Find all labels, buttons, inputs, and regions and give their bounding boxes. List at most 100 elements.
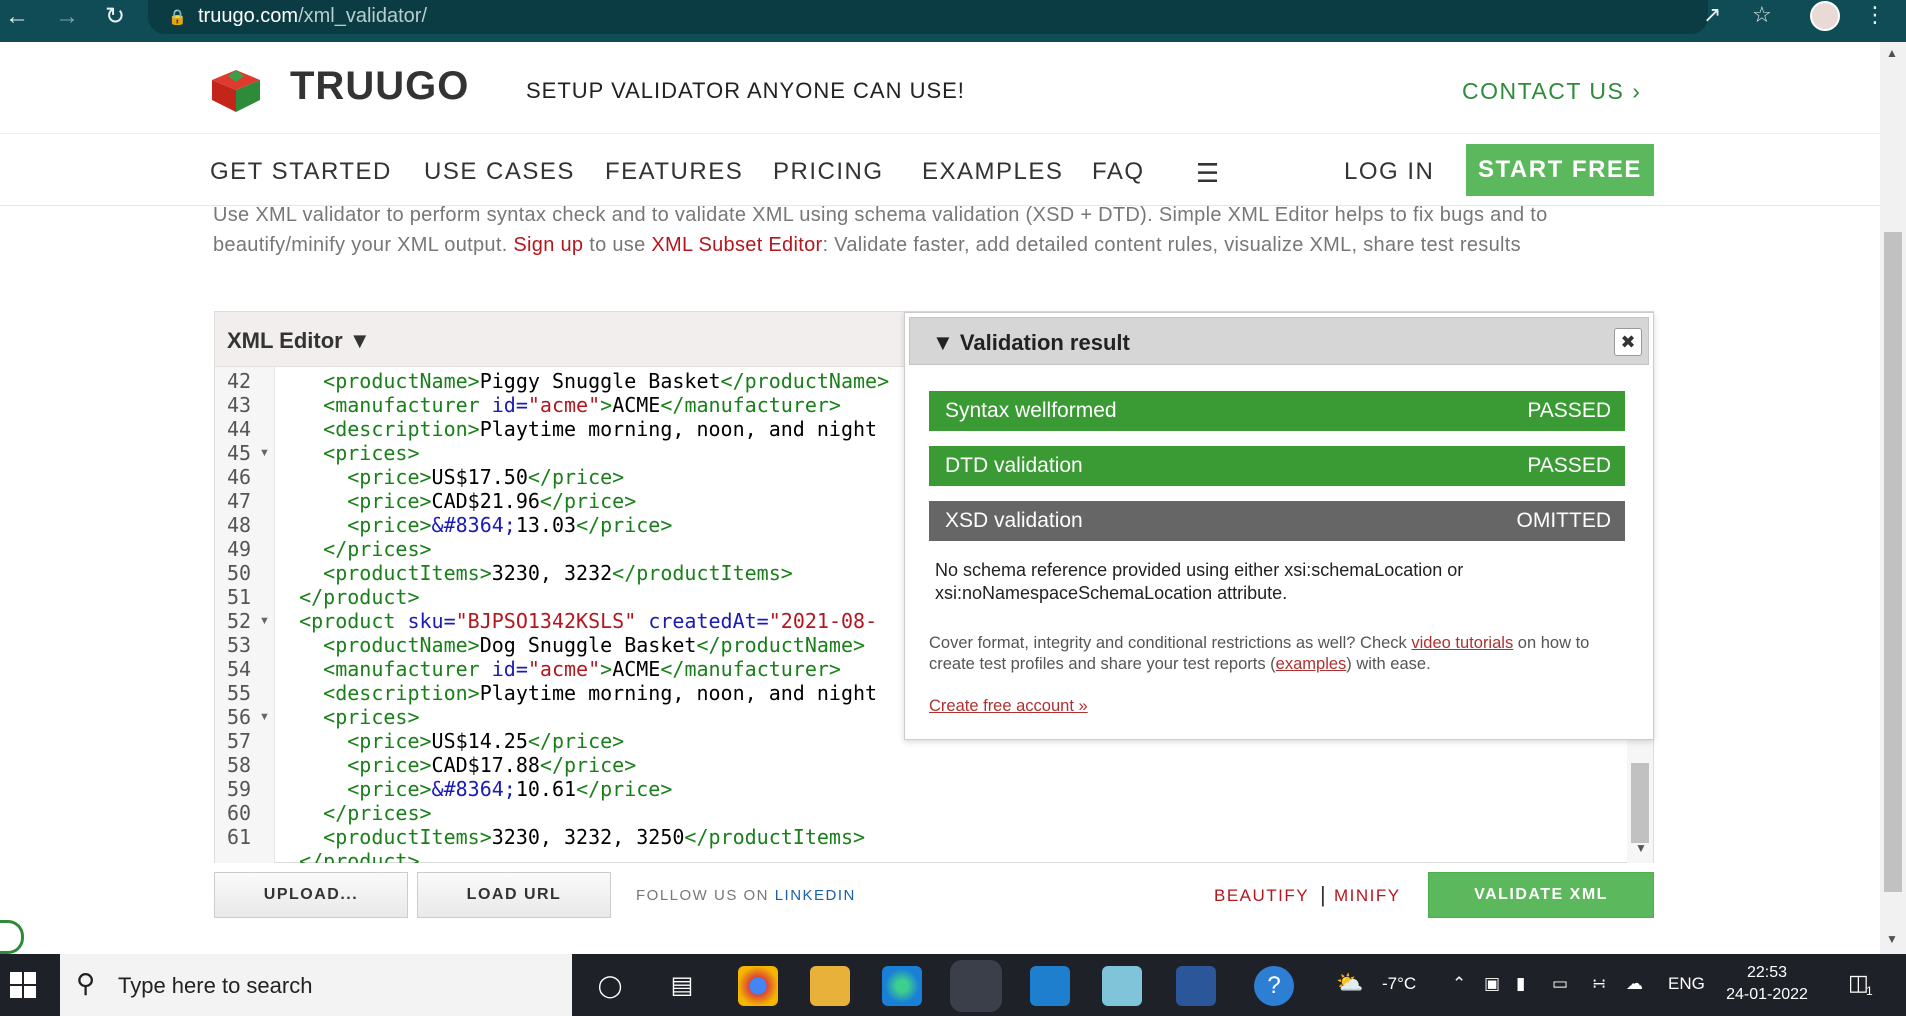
- search-placeholder: Type here to search: [118, 973, 313, 998]
- create-free-account-link[interactable]: Create free account »: [929, 697, 1088, 716]
- edge-app-icon[interactable]: [882, 966, 922, 1006]
- fold-arrow-icon[interactable]: ▼: [259, 447, 270, 459]
- code-line: <description>Playtime morning, noon, and…: [323, 681, 878, 705]
- load-url-button[interactable]: LOAD URL: [417, 872, 611, 918]
- word-app-icon[interactable]: [1176, 966, 1216, 1006]
- taskbar-search-box[interactable]: ⚲ Type here to search: [60, 954, 572, 1016]
- signup-link[interactable]: Sign up: [513, 234, 583, 256]
- logo-text[interactable]: TRUUGO: [290, 64, 469, 109]
- bookmark-star-icon[interactable]: ☆: [1752, 2, 1772, 28]
- url-text[interactable]: truugo.com/xml_validator/: [198, 5, 427, 28]
- main-nav: GET STARTED USE CASES FEATURES PRICING E…: [0, 134, 1880, 206]
- editor-title-dropdown[interactable]: XML Editor ▼: [227, 328, 371, 354]
- weather-icon[interactable]: ⛅: [1336, 970, 1363, 996]
- truugo-logo-icon[interactable]: [210, 66, 262, 114]
- wifi-icon[interactable]: ∺: [1592, 974, 1606, 994]
- examples-link[interactable]: examples: [1276, 655, 1347, 673]
- close-icon[interactable]: ✖: [1614, 328, 1642, 356]
- line-number: 60: [227, 801, 252, 825]
- line-number: 58: [227, 753, 252, 777]
- task-view-icon[interactable]: ▤: [662, 966, 702, 1006]
- line-number: 44: [227, 417, 252, 441]
- result-dtd-validation: DTD validation PASSED: [929, 446, 1625, 486]
- code-line: <productItems>3230, 3232, 3250</productI…: [323, 825, 866, 849]
- help-app-icon[interactable]: ?: [1254, 966, 1294, 1006]
- line-number: 53: [227, 633, 252, 657]
- vscode-app-icon[interactable]: [1030, 966, 1070, 1006]
- result-status: PASSED: [1527, 454, 1611, 477]
- page-scroll-thumb[interactable]: [1884, 232, 1902, 892]
- linkedin-link[interactable]: LINKEDIN: [775, 887, 856, 904]
- browser-toolbar: ← → ↻ 🔒 truugo.com/xml_validator/ ↗ ☆ ⋮: [0, 0, 1906, 42]
- scroll-up-icon[interactable]: ▲: [1886, 46, 1898, 60]
- windows-start-icon[interactable]: [10, 972, 36, 998]
- upload-button[interactable]: UPLOAD...: [214, 872, 408, 918]
- page-scrollbar[interactable]: ▲ ▼: [1880, 42, 1906, 954]
- code-line: </product>: [299, 849, 420, 863]
- fold-arrow-icon[interactable]: ▼: [259, 615, 270, 627]
- code-line: <price>&#8364;10.61</price>: [347, 777, 673, 801]
- validate-xml-button[interactable]: VALIDATE XML: [1428, 872, 1654, 918]
- code-line: <price>&#8364;13.03</price>: [347, 513, 673, 537]
- menu-dots-icon[interactable]: ⋮: [1864, 2, 1886, 28]
- share-icon[interactable]: ↗: [1703, 2, 1721, 28]
- start-free-button[interactable]: START FREE: [1466, 144, 1654, 196]
- notification-count: 1: [1866, 984, 1873, 998]
- chrome-app-icon[interactable]: [738, 966, 778, 1006]
- beautify-link[interactable]: BEAUTIFY: [1214, 886, 1309, 906]
- nav-features[interactable]: FEATURES: [605, 158, 743, 186]
- code-line: <productName>Dog Snuggle Basket</product…: [323, 633, 866, 657]
- notes-app-icon[interactable]: [1102, 966, 1142, 1006]
- windows-taskbar: ⚲ Type here to search ◯ ▤ ? ⛅ -7°C ⌃ ▣ ▮…: [0, 954, 1906, 1016]
- lock-icon: 🔒: [168, 9, 187, 26]
- microphone-icon[interactable]: ▮: [1516, 974, 1525, 994]
- cortana-icon[interactable]: ◯: [590, 966, 630, 1006]
- nav-pricing[interactable]: PRICING: [773, 158, 884, 186]
- line-number: 48: [227, 513, 252, 537]
- contact-us-link[interactable]: CONTACT US ›: [1462, 78, 1641, 105]
- site-header: TRUUGO SETUP VALIDATOR ANYONE CAN USE! C…: [0, 42, 1880, 134]
- nav-get-started[interactable]: GET STARTED: [210, 158, 392, 186]
- scroll-down-icon[interactable]: ▼: [1635, 841, 1647, 855]
- intro-text-part: to use: [583, 234, 652, 256]
- code-line: <price>CAD$21.96</price>: [347, 489, 637, 513]
- weather-temp[interactable]: -7°C: [1382, 974, 1416, 994]
- feedback-widget-icon[interactable]: [0, 920, 24, 954]
- editor-scroll-thumb[interactable]: [1631, 763, 1649, 843]
- tray-chevron-icon[interactable]: ⌃: [1452, 974, 1466, 994]
- clock[interactable]: 22:53 24-01-2022: [1722, 962, 1812, 1006]
- chrome-profile-app-icon[interactable]: [956, 966, 996, 1006]
- reload-icon[interactable]: ↻: [100, 2, 130, 32]
- code-line: <price>US$17.50</price>: [347, 465, 625, 489]
- nav-examples[interactable]: EXAMPLES: [922, 158, 1063, 186]
- fold-arrow-icon[interactable]: ▼: [259, 711, 270, 723]
- login-link[interactable]: LOG IN: [1344, 158, 1434, 186]
- line-number: 51: [227, 585, 252, 609]
- xml-subset-editor-link[interactable]: XML Subset Editor: [651, 234, 822, 256]
- editor-toolbar: UPLOAD... LOAD URL FOLLOW US ON LINKEDIN…: [214, 872, 1654, 918]
- forward-icon[interactable]: →: [52, 2, 82, 32]
- back-icon[interactable]: ←: [2, 2, 32, 32]
- line-number: 54: [227, 657, 252, 681]
- code-line: <price>US$14.25</price>: [347, 729, 625, 753]
- network-icon[interactable]: ▣: [1484, 974, 1500, 994]
- line-number: 50: [227, 561, 252, 585]
- nav-faq[interactable]: FAQ: [1092, 158, 1145, 186]
- collapse-triangle-icon[interactable]: ▼: [932, 330, 954, 355]
- line-number: 55: [227, 681, 252, 705]
- battery-icon[interactable]: ▭: [1552, 974, 1568, 994]
- profile-avatar[interactable]: [1810, 1, 1840, 31]
- result-label: Syntax wellformed: [945, 399, 1117, 422]
- onedrive-icon[interactable]: ☁: [1626, 974, 1643, 994]
- validation-header[interactable]: ▼ Validation result ✖: [909, 317, 1649, 365]
- language-indicator[interactable]: ENG: [1668, 974, 1705, 994]
- nav-use-cases[interactable]: USE CASES: [424, 158, 575, 186]
- line-number: 43: [227, 393, 252, 417]
- file-explorer-icon[interactable]: [810, 966, 850, 1006]
- search-icon: ⚲: [76, 968, 96, 998]
- scroll-down-icon[interactable]: ▼: [1886, 932, 1898, 946]
- minify-link[interactable]: MINIFY: [1334, 886, 1401, 906]
- hamburger-menu-icon[interactable]: ☰: [1196, 158, 1219, 189]
- result-syntax-wellformed: Syntax wellformed PASSED: [929, 391, 1625, 431]
- video-tutorials-link[interactable]: video tutorials: [1411, 634, 1513, 652]
